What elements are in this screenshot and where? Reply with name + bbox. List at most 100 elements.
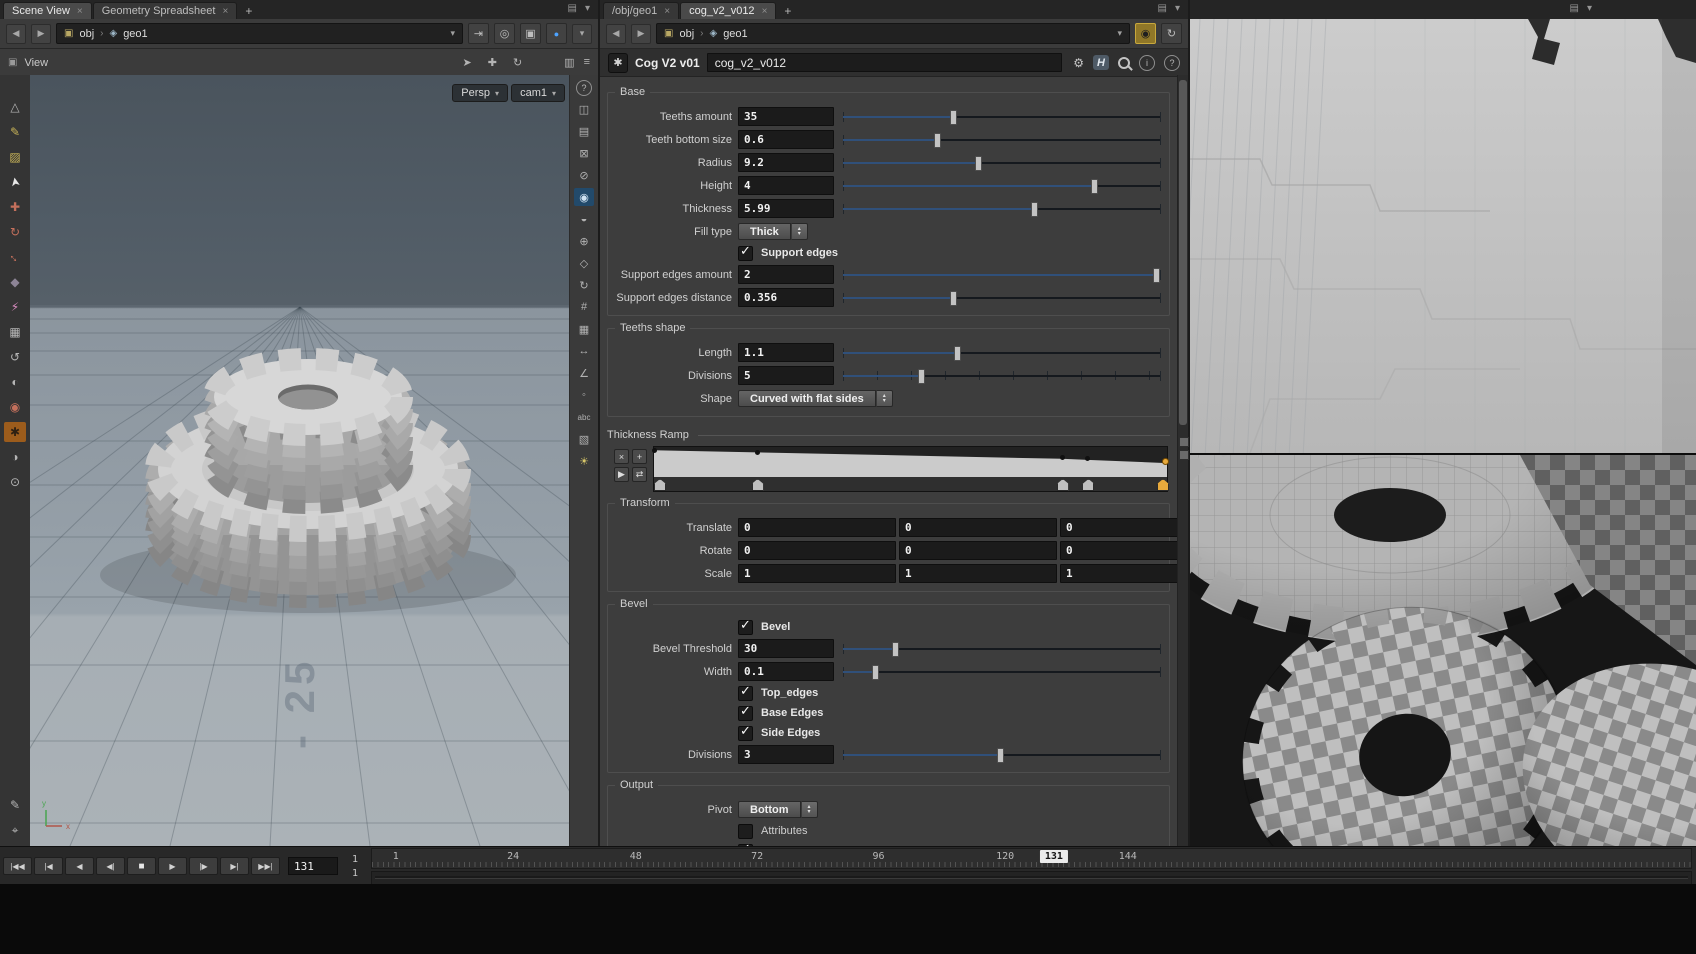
dot-display-icon[interactable]: ◦ — [574, 386, 594, 404]
ramp-add-button[interactable]: + — [632, 449, 647, 464]
handle-cycle-icon[interactable]: ↻ — [513, 56, 522, 69]
path-dropdown-icon[interactable]: ▾ — [450, 28, 455, 39]
motion-blur-icon[interactable]: ↻ — [574, 276, 594, 294]
cog-tool-icon[interactable]: ✱ — [4, 422, 26, 442]
pane-menu-icon[interactable]: ▾ — [1587, 3, 1592, 14]
slider-handle[interactable] — [933, 133, 941, 148]
houdini-logo-icon[interactable]: H — [1093, 55, 1109, 70]
image-plane-icon[interactable]: ▧ — [574, 430, 594, 448]
ramp-marker[interactable] — [751, 479, 764, 491]
slider-handle[interactable] — [871, 665, 879, 680]
gear-menu-icon[interactable]: ⚙ — [1073, 56, 1084, 70]
ramp-marker[interactable] — [1082, 479, 1095, 491]
snap-grid-icon[interactable]: # — [574, 298, 594, 316]
visibility-icon[interactable]: ⊙ — [4, 472, 26, 492]
side-edges-checkbox[interactable]: ✓ — [738, 723, 753, 741]
ramp-marker[interactable] — [654, 479, 666, 491]
light-icon[interactable]: ☀ — [574, 452, 594, 470]
tab-scene-view[interactable]: Scene View × — [3, 2, 92, 19]
slider-handle[interactable] — [1091, 179, 1099, 194]
camera-select-button[interactable]: cam1 ▾ — [511, 84, 565, 102]
scale-x-field[interactable] — [738, 564, 896, 583]
split-view-icon[interactable]: ▥ — [564, 56, 574, 69]
play-reverse-button[interactable]: ◀ — [65, 857, 94, 875]
back-button[interactable]: ◀ — [606, 23, 626, 44]
ramp-marker-selected[interactable] — [1157, 479, 1169, 491]
go-to-end-button[interactable]: ▶▶| — [251, 857, 280, 875]
points-display-icon[interactable]: ◉ — [4, 397, 26, 417]
rotate-z-field[interactable] — [1060, 541, 1178, 560]
splitter-handle[interactable] — [1179, 437, 1189, 460]
slider-handle[interactable] — [975, 156, 983, 171]
sync-selection-button[interactable]: ↻ — [1161, 23, 1182, 44]
close-tab-icon[interactable]: × — [222, 6, 228, 17]
ramp-point[interactable] — [652, 448, 657, 453]
lock-camera-icon[interactable]: ⊠ — [574, 144, 594, 162]
geometry-icon[interactable]: ◇ — [574, 254, 594, 272]
playhead[interactable]: 131 — [1039, 849, 1068, 863]
divisions-field[interactable] — [738, 366, 834, 385]
pane-grid-icon[interactable]: ▤ — [568, 3, 577, 14]
back-button[interactable]: ◀ — [6, 23, 26, 44]
network-path[interactable]: ▣ obj › ◈ geo1 ▾ — [656, 23, 1130, 44]
divisions-slider[interactable] — [843, 368, 1161, 384]
thickness-slider[interactable] — [843, 201, 1161, 217]
pin-pane-button[interactable]: ◉ — [1135, 23, 1156, 44]
support-edges-distance-field[interactable] — [738, 288, 834, 307]
slider-handle[interactable] — [892, 642, 900, 657]
rotate-x-field[interactable] — [738, 541, 896, 560]
pane-menu-icon[interactable]: ▾ — [1175, 3, 1180, 14]
ramp-cycle-button[interactable]: ⇄ — [632, 467, 647, 482]
forward-button[interactable]: ▶ — [631, 23, 651, 44]
help-icon[interactable]: ? — [576, 80, 592, 96]
edit-pose-icon[interactable]: ✎ — [4, 795, 26, 815]
radius-slider[interactable] — [843, 155, 1161, 171]
pane-grid-icon[interactable]: ▤ — [1158, 3, 1167, 14]
bevel-checkbox[interactable]: ✓ — [738, 617, 753, 635]
close-tab-icon[interactable]: × — [664, 6, 670, 17]
next-keyframe-button[interactable]: ▶| — [220, 857, 249, 875]
add-tab-button[interactable]: + — [238, 3, 259, 19]
viewport-layout-icon[interactable]: ▦ — [4, 322, 26, 342]
support-edges-checkbox[interactable]: ✓ — [738, 243, 753, 261]
selectable-icon[interactable]: ⊘ — [574, 166, 594, 184]
top-edges-checkbox[interactable]: ✓ — [738, 683, 753, 701]
frame-ruler[interactable]: 1 24 48 72 96 120 144 131 — [371, 847, 1692, 869]
ramp-point[interactable] — [754, 450, 760, 455]
rotate-handle-icon[interactable]: ↻ — [4, 222, 26, 242]
go-to-start-button[interactable]: |◀◀ — [3, 857, 32, 875]
tab-geometry-spreadsheet[interactable]: Geometry Spreadsheet × — [92, 2, 238, 19]
step-forward-button[interactable]: |▶ — [189, 857, 218, 875]
tab-obj-geo1[interactable]: /obj/geo1 × — [603, 2, 680, 19]
brush-tool-icon[interactable]: ✎ — [4, 122, 26, 142]
lightning-tool-icon[interactable]: ⚡ — [4, 297, 26, 317]
shape-menu[interactable]: Curved with flat sides ▴ ▾ — [738, 390, 893, 407]
slider-handle[interactable] — [1030, 202, 1038, 217]
height-field[interactable] — [738, 176, 834, 195]
ramp-delete-button[interactable]: × — [614, 449, 629, 464]
attributes-checkbox[interactable] — [738, 823, 753, 839]
view-mode-icon[interactable]: △ — [4, 97, 26, 117]
play-button[interactable]: ▶ — [158, 857, 187, 875]
slider-handle[interactable] — [949, 291, 957, 306]
radius-field[interactable] — [738, 153, 834, 172]
ramp-curve-area[interactable] — [652, 446, 1169, 478]
bevel-width-field[interactable] — [738, 662, 834, 681]
playback-range-start[interactable]: 1 — [343, 868, 367, 879]
path-dropdown-icon[interactable]: ▾ — [1117, 28, 1122, 39]
forward-button[interactable]: ▶ — [31, 23, 51, 44]
ramp-marker[interactable] — [1056, 479, 1069, 491]
stop-button[interactable]: ■ — [127, 857, 156, 875]
base-edges-checkbox[interactable]: ✓ — [738, 703, 753, 721]
network-path[interactable]: ▣ obj › ◈ geo1 ▾ — [56, 23, 463, 44]
translate-y-field[interactable] — [899, 518, 1057, 537]
height-slider[interactable] — [843, 178, 1161, 194]
ramp-expand-button[interactable]: ▶ — [614, 467, 629, 482]
scrollbar-thumb[interactable] — [1179, 80, 1187, 425]
global-range-start[interactable]: 1 — [343, 854, 367, 865]
bevel-threshold-slider[interactable] — [843, 641, 1161, 657]
target-node-button[interactable]: ◎ — [494, 23, 515, 44]
current-frame-field[interactable]: 131 — [288, 857, 338, 875]
pose-handle-icon[interactable]: ◆ — [4, 272, 26, 292]
sphere-display-icon[interactable]: ◑ — [4, 447, 26, 467]
